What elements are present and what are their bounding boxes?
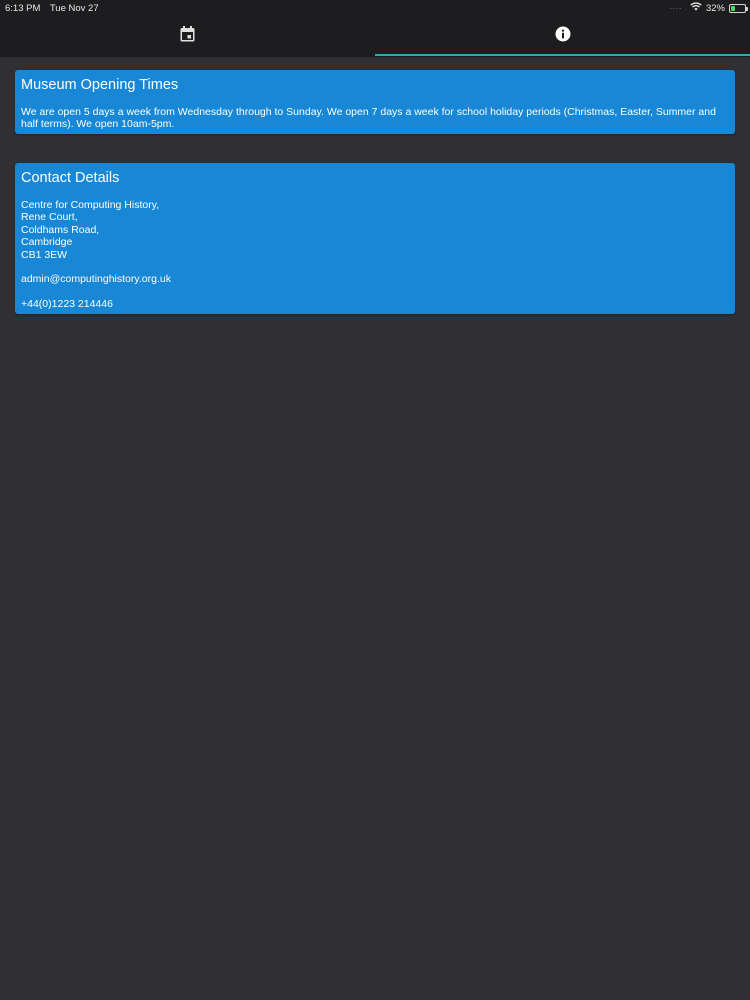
address-line: Cambridge bbox=[21, 236, 73, 249]
contact-title: Contact Details bbox=[21, 170, 120, 186]
tab-info[interactable] bbox=[375, 16, 750, 57]
opening-times-card: Museum Opening Times We are open 5 days … bbox=[15, 70, 735, 134]
phone-link[interactable]: +44(0)1223 214446 bbox=[21, 298, 729, 310]
info-icon bbox=[555, 26, 571, 47]
email-link[interactable]: admin@computinghistory.org.uk bbox=[21, 273, 729, 285]
battery-percent: 32% bbox=[705, 2, 725, 14]
address-line: Centre for Computing History, bbox=[21, 199, 160, 211]
status-time: 6:13 PM bbox=[5, 3, 41, 14]
signal-dots-icon: ···· bbox=[669, 3, 682, 13]
opening-times-body: We are open 5 days a week from Wednesday… bbox=[21, 106, 716, 131]
status-right: ···· 32% bbox=[669, 2, 748, 14]
status-bar: 6:13 PM Tue Nov 27 ···· 32% bbox=[0, 0, 750, 16]
tab-calendar[interactable] bbox=[0, 16, 375, 57]
contact-card: Contact Details Centre for Computing His… bbox=[15, 163, 735, 314]
battery-icon bbox=[729, 3, 748, 13]
tab-bar bbox=[0, 16, 750, 57]
address-line: CB1 3EW bbox=[21, 248, 68, 261]
battery-fill bbox=[731, 5, 735, 11]
contact-body: Centre for Computing History, Rene Court… bbox=[21, 199, 729, 311]
calendar-icon bbox=[180, 26, 195, 47]
status-date: Tue Nov 27 bbox=[49, 3, 99, 14]
opening-times-title: Museum Opening Times bbox=[21, 77, 179, 93]
address-line: Rene Court, bbox=[21, 211, 78, 224]
status-left: 6:13 PM Tue Nov 27 bbox=[5, 3, 106, 14]
address-line: Coldhams Road, bbox=[21, 223, 100, 236]
wifi-icon bbox=[690, 2, 702, 14]
